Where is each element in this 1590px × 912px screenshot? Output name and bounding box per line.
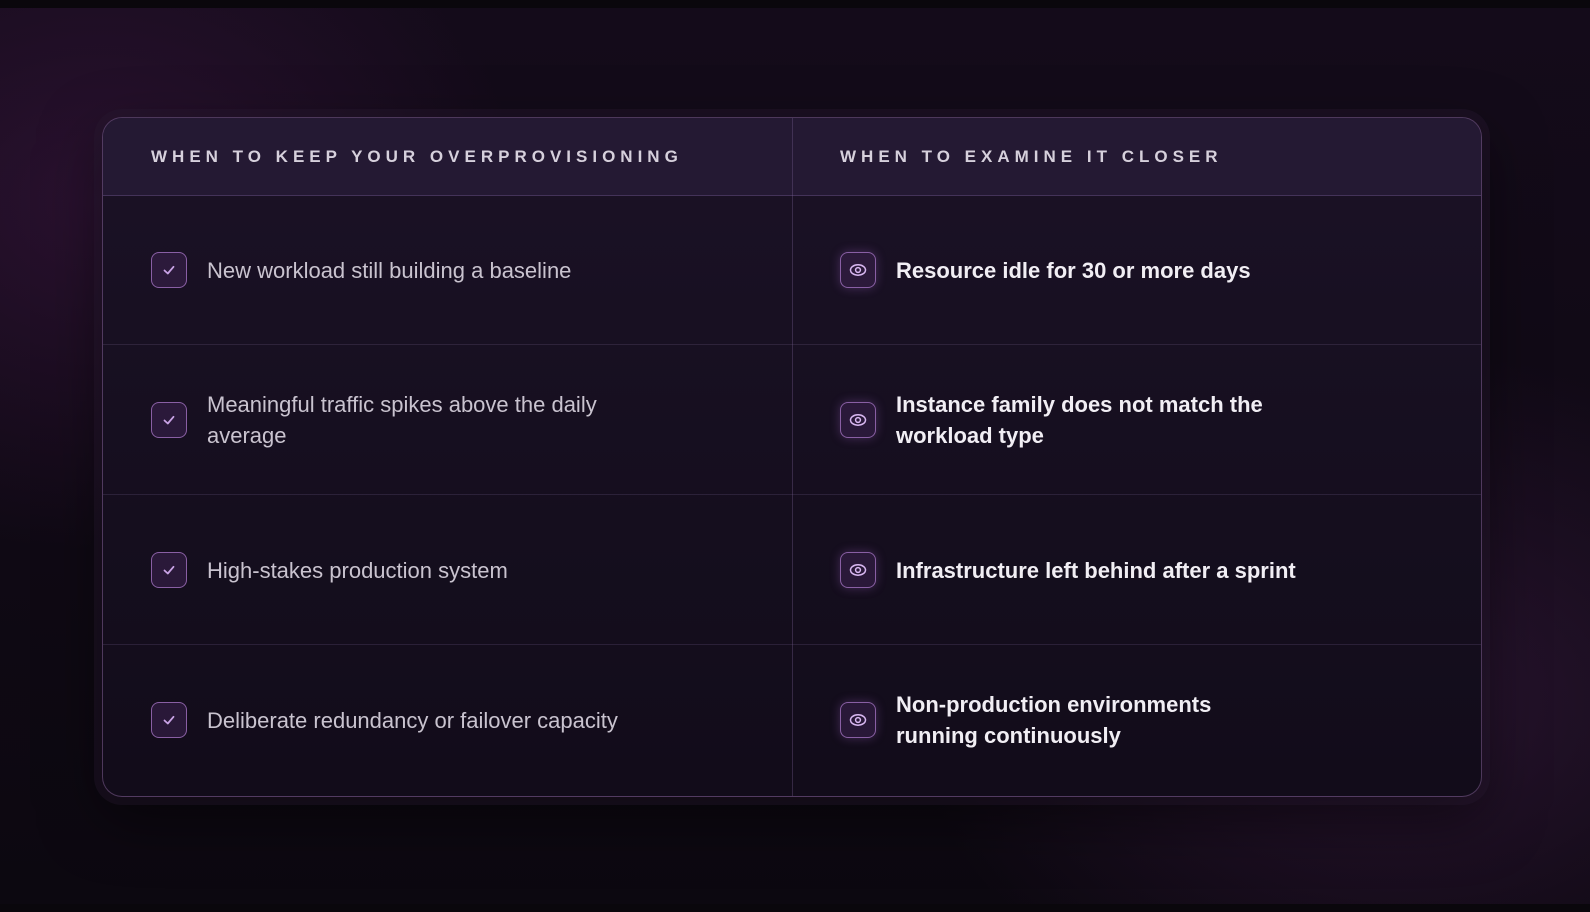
table-row: Meaningful traffic spikes above the dail… xyxy=(103,345,1481,495)
header-examine-closer: WHEN TO EXAMINE IT CLOSER xyxy=(840,146,1223,166)
eye-icon xyxy=(840,252,876,288)
eye-icon xyxy=(840,402,876,438)
eye-icon xyxy=(840,702,876,738)
table-row: Deliberate redundancy or failover capaci… xyxy=(103,645,1481,795)
keep-reason-text: High-stakes production system xyxy=(207,557,508,583)
comparison-table: WHEN TO KEEP YOUR OVERPROVISIONING WHEN … xyxy=(102,117,1482,797)
examine-cell: Infrastructure left behind after a sprin… xyxy=(840,495,1440,645)
bottom-strip xyxy=(0,904,1590,912)
examine-reason-text: Resource idle for 30 or more days xyxy=(896,257,1251,283)
table-row: High-stakes production system Infrastruc… xyxy=(103,495,1481,645)
examine-cell: Resource idle for 30 or more days xyxy=(840,195,1440,345)
keep-reason-text: Meaningful traffic spikes above the dail… xyxy=(207,392,597,448)
examine-cell: Non-production environments running cont… xyxy=(840,645,1440,795)
check-icon xyxy=(151,252,187,288)
check-icon xyxy=(151,402,187,438)
keep-cell: New workload still building a baseline xyxy=(151,195,751,345)
examine-reason-text: Instance family does not match the workl… xyxy=(896,392,1263,448)
top-strip xyxy=(0,0,1590,8)
header-keep-overprovisioning: WHEN TO KEEP YOUR OVERPROVISIONING xyxy=(151,146,683,166)
keep-reason-text: New workload still building a baseline xyxy=(207,257,572,283)
examine-reason-text: Non-production environments running cont… xyxy=(896,692,1212,748)
table-row: New workload still building a baseline R… xyxy=(103,195,1481,345)
keep-cell: Meaningful traffic spikes above the dail… xyxy=(151,345,751,495)
keep-cell: High-stakes production system xyxy=(151,495,751,645)
keep-cell: Deliberate redundancy or failover capaci… xyxy=(151,645,751,795)
check-icon xyxy=(151,702,187,738)
examine-reason-text: Infrastructure left behind after a sprin… xyxy=(896,557,1296,583)
keep-reason-text: Deliberate redundancy or failover capaci… xyxy=(207,707,618,733)
check-icon xyxy=(151,552,187,588)
examine-cell: Instance family does not match the workl… xyxy=(840,345,1440,495)
eye-icon xyxy=(840,552,876,588)
